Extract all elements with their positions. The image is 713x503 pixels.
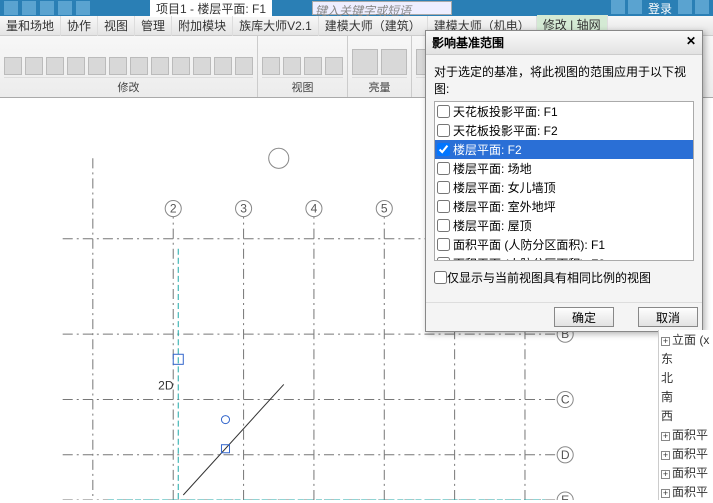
tree-item[interactable]: +立面 (x xyxy=(659,330,713,349)
svg-text:4: 4 xyxy=(311,202,318,216)
panel-label: 修改 xyxy=(4,77,253,95)
qa-icon[interactable] xyxy=(4,1,18,15)
svg-text:3: 3 xyxy=(240,202,247,216)
qa-icon[interactable] xyxy=(40,1,54,15)
dialog-title: 影响基准范围 xyxy=(432,34,504,51)
item-checkbox[interactable] xyxy=(437,181,450,194)
tree-item[interactable]: +面积平 xyxy=(659,463,713,482)
user-icon[interactable] xyxy=(628,0,642,14)
ribbon-icon[interactable] xyxy=(381,49,407,75)
tab-6[interactable]: 建模大师（建筑） xyxy=(319,16,428,36)
list-item[interactable]: 楼层平面: 屋顶 xyxy=(435,216,693,235)
panel-label: 亮量 xyxy=(352,77,407,95)
list-item[interactable]: 楼层平面: 室外地坪 xyxy=(435,197,693,216)
dialog-close-icon[interactable]: ✕ xyxy=(686,34,696,51)
ribbon-icon[interactable] xyxy=(304,57,322,75)
cancel-button[interactable]: 取消 xyxy=(638,307,698,327)
tree-item[interactable]: 西 xyxy=(659,406,713,425)
tab-5[interactable]: 族库大师V2.1 xyxy=(233,16,319,36)
list-item[interactable]: 面积平面 (人防分区面积): F2 xyxy=(435,254,693,261)
panel-视图: 视图 xyxy=(258,36,348,97)
tree-item[interactable]: 北 xyxy=(659,368,713,387)
qa-icon[interactable] xyxy=(76,1,90,15)
tab-1[interactable]: 协作 xyxy=(61,16,98,36)
item-checkbox[interactable] xyxy=(437,143,450,156)
help-icon[interactable] xyxy=(611,0,625,14)
panel-label: 视图 xyxy=(262,77,343,95)
ribbon-icon[interactable] xyxy=(46,57,64,75)
svg-text:D: D xyxy=(561,448,570,462)
ribbon-icon[interactable] xyxy=(262,57,280,75)
list-item[interactable]: 楼层平面: 场地 xyxy=(435,159,693,178)
project-browser[interactable]: +立面 (x 东 北 南 西+面积平+面积平+面积平+面积平+图例+明细表+图纸… xyxy=(658,330,713,500)
svg-text:5: 5 xyxy=(381,202,388,216)
list-item[interactable]: 天花板投影平面: F2 xyxy=(435,121,693,140)
item-checkbox[interactable] xyxy=(437,105,450,118)
quick-access[interactable] xyxy=(4,1,90,15)
grip-icon[interactable] xyxy=(221,416,229,424)
ribbon-icon[interactable] xyxy=(235,57,253,75)
list-item[interactable]: 面积平面 (人防分区面积): F1 xyxy=(435,235,693,254)
ribbon-icon[interactable] xyxy=(325,57,343,75)
same-scale-checkbox[interactable]: 仅显示与当前视图具有相同比例的视图 xyxy=(434,269,694,286)
ribbon-icon[interactable] xyxy=(151,57,169,75)
tab-4[interactable]: 附加模块 xyxy=(172,16,233,36)
tree-item[interactable]: +面积平 xyxy=(659,444,713,463)
dialog-title-bar[interactable]: 影响基准范围 ✕ xyxy=(426,31,702,55)
scope-dialog: 影响基准范围 ✕ 对于选定的基准，将此视图的范围应用于以下视图: 天花板投影平面… xyxy=(425,30,703,332)
search-input[interactable]: 键入关键字或短语 xyxy=(312,1,452,15)
ok-button[interactable]: 确定 xyxy=(554,307,614,327)
svg-text:E: E xyxy=(561,493,569,500)
panel-亮量: 亮量 xyxy=(348,36,412,97)
tree-item[interactable]: 南 xyxy=(659,387,713,406)
ribbon-icon[interactable] xyxy=(4,57,22,75)
ribbon-icon[interactable] xyxy=(283,57,301,75)
list-item[interactable]: 楼层平面: F2 xyxy=(435,140,693,159)
ribbon-icon[interactable] xyxy=(25,57,43,75)
ribbon-icon[interactable] xyxy=(130,57,148,75)
ribbon-icon[interactable] xyxy=(193,57,211,75)
item-checkbox[interactable] xyxy=(437,238,450,251)
tree-item[interactable]: +面积平 xyxy=(659,425,713,444)
qa-icon[interactable] xyxy=(22,1,36,15)
svg-text:2: 2 xyxy=(170,202,177,216)
list-item[interactable]: 天花板投影平面: F1 xyxy=(435,102,693,121)
tree-item[interactable]: +面积平 xyxy=(659,482,713,500)
item-checkbox[interactable] xyxy=(437,219,450,232)
view-list[interactable]: 天花板投影平面: F1天花板投影平面: F2楼层平面: F2楼层平面: 场地楼层… xyxy=(434,101,694,261)
ribbon-icon[interactable] xyxy=(172,57,190,75)
list-item[interactable]: 楼层平面: 女儿墙顶 xyxy=(435,178,693,197)
ribbon-icon[interactable] xyxy=(67,57,85,75)
item-checkbox[interactable] xyxy=(437,200,450,213)
tab-3[interactable]: 管理 xyxy=(135,16,172,36)
document-title: 项目1 - 楼层平面: F1 xyxy=(150,0,272,17)
min-icon[interactable] xyxy=(678,0,692,14)
svg-text:C: C xyxy=(561,393,570,407)
qa-icon[interactable] xyxy=(58,1,72,15)
item-checkbox[interactable] xyxy=(437,124,450,137)
tree-item[interactable]: 东 xyxy=(659,349,713,368)
panel-修改: 修改 xyxy=(0,36,258,97)
titlebar-right: 登录 xyxy=(611,0,709,17)
tab-0[interactable]: 量和场地 xyxy=(0,16,61,36)
login-link[interactable]: 登录 xyxy=(645,0,675,17)
item-checkbox[interactable] xyxy=(437,257,450,261)
dialog-prompt: 对于选定的基准，将此视图的范围应用于以下视图: xyxy=(434,63,694,97)
ribbon-icon[interactable] xyxy=(352,49,378,75)
ribbon-icon[interactable] xyxy=(214,57,232,75)
ribbon-icon[interactable] xyxy=(88,57,106,75)
ribbon-icon[interactable] xyxy=(109,57,127,75)
tab-2[interactable]: 视图 xyxy=(98,16,135,36)
close-icon[interactable] xyxy=(695,0,709,14)
tag-2d: 2D xyxy=(158,378,174,392)
item-checkbox[interactable] xyxy=(437,162,450,175)
